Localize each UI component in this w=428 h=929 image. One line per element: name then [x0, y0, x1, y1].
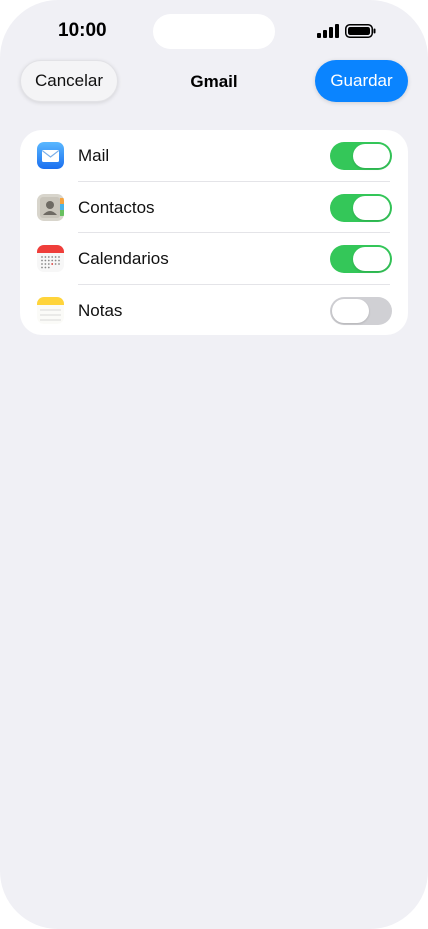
toggle-knob — [332, 298, 369, 323]
sync-label-notes: Notas — [78, 300, 123, 320]
sync-label-contacts: Contactos — [78, 197, 155, 217]
calendars-sync-toggle[interactable] — [330, 245, 392, 273]
sync-label-mail: Mail — [78, 146, 110, 165]
dynamic-island — [153, 14, 275, 49]
toggle-knob — [353, 195, 390, 220]
contacts-sync-toggle[interactable] — [330, 193, 392, 222]
calendar-app-icon — [37, 245, 64, 272]
sync-row-notes[interactable]: Notas — [20, 285, 408, 337]
notes-sync-toggle[interactable] — [330, 296, 392, 325]
toggle-knob — [353, 144, 390, 168]
mail-sync-toggle[interactable] — [330, 142, 392, 170]
phone-screen: 10:00 Cancelar Gmail Guardar Mail Contac… — [0, 0, 428, 929]
battery-full-icon — [345, 24, 376, 38]
sync-row-contacts[interactable]: Contactos — [20, 182, 408, 233]
toggle-knob — [353, 247, 390, 271]
contacts-app-icon — [37, 193, 64, 221]
save-button[interactable]: Guardar — [315, 60, 408, 102]
sync-settings-card: Mail Contactos Calendarios Notas — [20, 130, 408, 335]
sync-label-calendars: Calendarios — [78, 249, 169, 268]
mail-app-icon — [37, 142, 64, 169]
status-bar: 10:00 — [0, 0, 428, 60]
sync-row-mail[interactable]: Mail — [20, 130, 408, 182]
notes-app-icon — [37, 296, 64, 324]
navigation-bar: Cancelar Gmail Guardar — [0, 60, 428, 104]
status-time: 10:00 — [58, 20, 107, 41]
cellular-signal-icon — [317, 24, 339, 38]
sync-row-calendars[interactable]: Calendarios — [20, 233, 408, 285]
